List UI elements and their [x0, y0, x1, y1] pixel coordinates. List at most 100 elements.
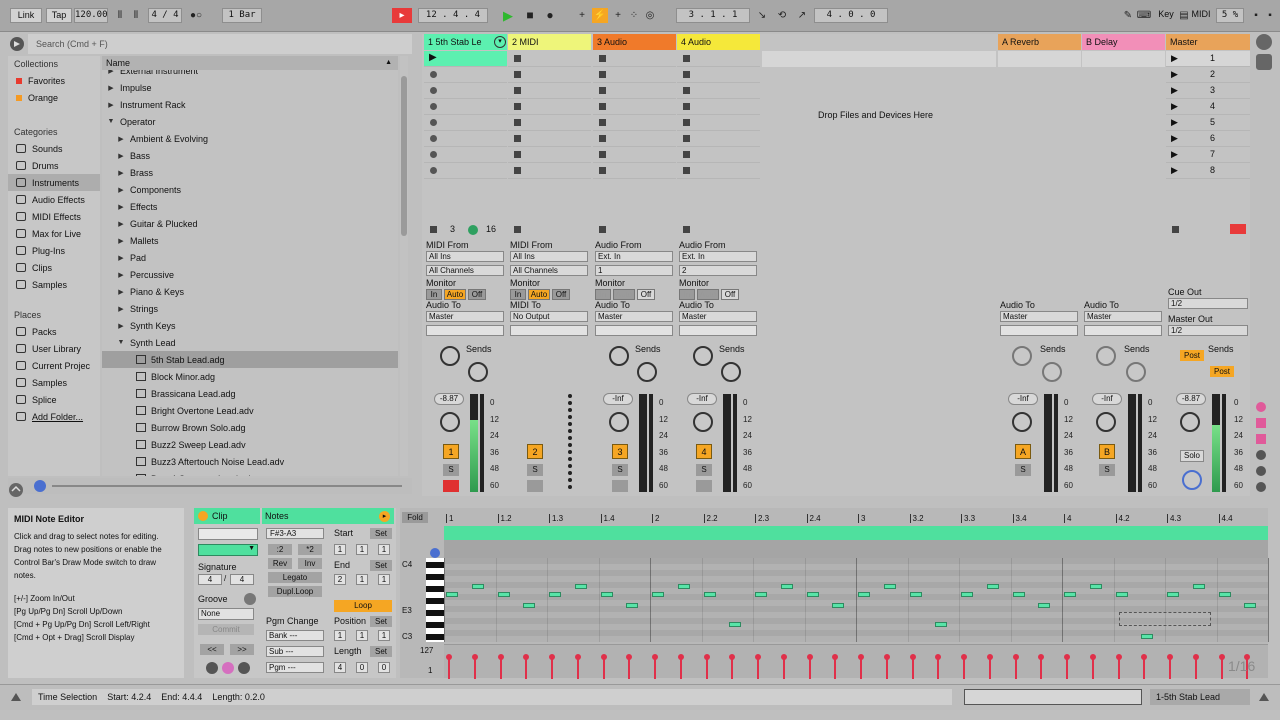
stop-slot-icon[interactable] [599, 151, 606, 158]
category-midi-effects[interactable]: MIDI Effects [8, 208, 100, 225]
solo-button[interactable]: S [1099, 464, 1115, 476]
send-a-knob[interactable] [1012, 346, 1032, 366]
note-range-field[interactable]: F#3-A3 [266, 528, 324, 539]
clip-slot[interactable] [593, 99, 676, 115]
black-key[interactable] [426, 598, 444, 604]
stop-slot-icon[interactable] [599, 103, 606, 110]
returns-toggle-icon[interactable] [1256, 434, 1266, 444]
half-tempo-button[interactable]: :2 [268, 544, 292, 555]
end-beat[interactable]: 1 [356, 574, 368, 585]
velocity-handle[interactable] [729, 654, 736, 660]
position-sixteenth[interactable]: 1 [378, 630, 390, 641]
punch-out-icon[interactable]: ↗ [794, 8, 810, 23]
pan-knob[interactable] [609, 412, 629, 432]
clip-slot[interactable] [424, 67, 507, 83]
folder-item[interactable]: ▶ Components [102, 181, 398, 198]
midi-note[interactable] [986, 584, 999, 589]
clip-slot[interactable] [677, 115, 760, 131]
place-user-library[interactable]: User Library [8, 340, 100, 357]
black-key[interactable] [426, 586, 444, 592]
stop-slot-icon[interactable] [514, 151, 521, 158]
beat-ruler[interactable]: 1 1.2 1.3 1.4 2 2.2 2.3 2.4 3 3.2 3.3 3.4 4 4.2 4.3 4.4 [444, 514, 1268, 526]
velocity-handle[interactable] [523, 654, 530, 660]
midi-note[interactable] [549, 592, 561, 597]
input-channel-select[interactable]: 2 [679, 265, 757, 276]
length-bar[interactable]: 4 [334, 662, 346, 673]
velocity-handle[interactable] [858, 654, 864, 660]
collapsed-icon[interactable]: ▶ [116, 169, 126, 177]
loop-switch-icon[interactable]: ⟲ [774, 8, 790, 23]
master-solo-button[interactable]: Solo [1180, 450, 1204, 462]
cue-volume-knob[interactable] [1182, 470, 1202, 490]
preset-item[interactable]: Brassicana Lead.adg [102, 385, 398, 402]
clip-slot[interactable] [508, 131, 591, 147]
monitor-auto-button[interactable]: Auto [528, 289, 550, 300]
return-track-header[interactable]: A Reverb [998, 34, 1081, 50]
arrangement-position[interactable]: 12 . 4 . 4 [418, 8, 488, 23]
midi-note[interactable] [806, 592, 819, 597]
collapsed-icon[interactable]: ▶ [116, 135, 126, 143]
output-channel-select[interactable] [1084, 325, 1162, 336]
scene-launch-icon[interactable]: ▶ [1171, 149, 1178, 160]
velocity-handle[interactable] [780, 654, 787, 660]
midi-note[interactable] [832, 603, 845, 608]
place-add-folder-[interactable]: Add Folder... [8, 408, 100, 425]
io-toggle-icon[interactable] [1256, 402, 1266, 412]
send-b-knob[interactable] [721, 362, 741, 382]
folder-item[interactable]: ▶ Bass [102, 147, 398, 164]
signature-numerator[interactable]: 4 [198, 574, 222, 585]
velocity-handle[interactable] [1012, 654, 1019, 660]
preview-icon[interactable] [34, 480, 46, 492]
stop-slot-icon[interactable] [514, 119, 521, 126]
scale-icon[interactable] [238, 662, 250, 674]
track-volume-field[interactable]: -Inf [687, 393, 717, 405]
folder-item[interactable]: ▶ Brass [102, 164, 398, 181]
crossfader-toggle-icon[interactable] [1256, 466, 1266, 476]
black-key[interactable] [426, 574, 444, 580]
folder-item[interactable]: ▶ Strings [102, 300, 398, 317]
preset-item[interactable]: Buzz4 Overtone Lead.adv [102, 470, 398, 476]
post-button[interactable]: Post [1180, 350, 1204, 361]
loop-length-field[interactable]: 4 . 0 . 0 [814, 8, 888, 23]
clip-color-select[interactable]: ▼ [198, 544, 258, 556]
send-a-knob[interactable] [1096, 346, 1116, 366]
output-type-select[interactable]: Master [426, 311, 504, 322]
input-channel-select[interactable]: 1 [595, 265, 673, 276]
detail-toggle-icon[interactable] [1256, 689, 1272, 705]
monitor-in-button[interactable]: In [679, 289, 695, 300]
folder-item[interactable]: ▼ Operator [102, 113, 398, 130]
clip-slot[interactable] [593, 131, 676, 147]
track-volume-field[interactable]: -8.87 [434, 393, 464, 405]
stop-slot-icon[interactable] [683, 71, 690, 78]
output-channel-select[interactable] [595, 325, 673, 336]
session-view-icon[interactable] [1256, 54, 1272, 70]
loop-start-field[interactable]: 3 . 1 . 1 [676, 8, 750, 23]
invert-button[interactable]: Inv [298, 558, 322, 569]
note-grid[interactable] [444, 558, 1269, 642]
velocity-handle[interactable] [1192, 654, 1199, 660]
clip-slot[interactable] [593, 115, 676, 131]
collapsed-icon[interactable]: ▶ [116, 271, 126, 279]
stop-slot-icon[interactable] [599, 71, 606, 78]
input-type-select[interactable]: Ext. In [679, 251, 757, 262]
folder-item[interactable]: ▶ Percussive [102, 266, 398, 283]
stop-slot-icon[interactable] [599, 87, 606, 94]
velocity-handle[interactable] [909, 654, 916, 660]
end-set-button[interactable]: Set [370, 560, 392, 571]
midi-note[interactable] [703, 592, 716, 597]
pan-knob[interactable] [1012, 412, 1032, 432]
stop-slot-icon[interactable] [514, 135, 521, 142]
velocity-editor[interactable] [444, 644, 1268, 679]
category-drums[interactable]: Drums [8, 157, 100, 174]
scene-launch[interactable]: ▶ 3 [1166, 83, 1250, 99]
stop-slot-icon[interactable] [514, 55, 521, 62]
position-beat[interactable]: 1 [356, 630, 368, 641]
notes-tab[interactable]: Notes ▸ [262, 508, 394, 524]
legato-button[interactable]: Legato [268, 572, 322, 583]
stop-slot-icon[interactable] [683, 119, 690, 126]
midi-note[interactable] [1141, 634, 1154, 639]
scene-launch[interactable]: ▶ 7 [1166, 147, 1250, 163]
position-set-button[interactable]: Set [370, 616, 392, 627]
track-activator-button[interactable]: 3 [612, 444, 628, 459]
clip-stop-icon[interactable] [599, 226, 606, 233]
